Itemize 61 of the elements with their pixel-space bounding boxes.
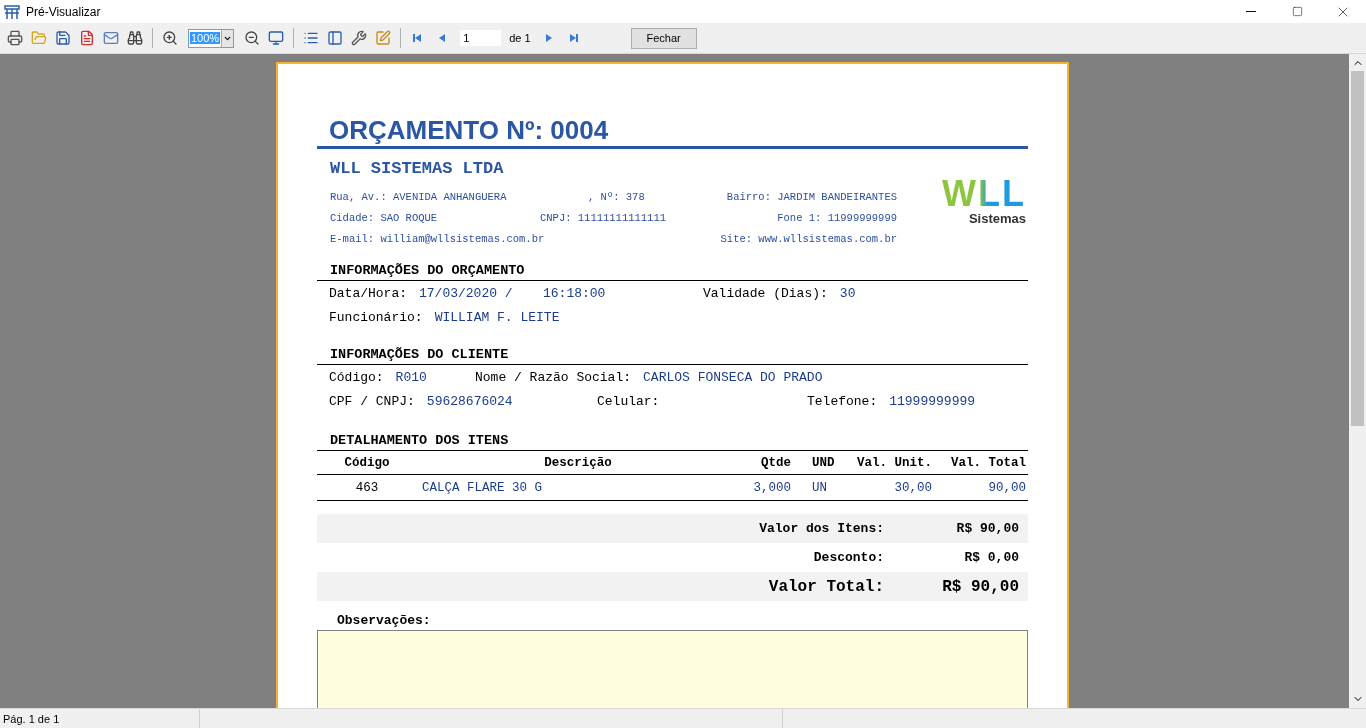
window-title: Pré-Visualizar: [26, 4, 102, 19]
print-icon[interactable]: [5, 28, 25, 48]
section-heading: INFORMAÇÕES DO ORÇAMENTO: [317, 263, 1028, 281]
page-input[interactable]: 1: [460, 30, 502, 46]
company-info: , Nº: 378: [588, 190, 645, 203]
minimize-icon: [1246, 11, 1256, 12]
field-label: CPF / CNPJ:: [329, 393, 415, 409]
table-cell-text: 90,00: [987, 480, 1027, 495]
total-value: R$ 0,00: [963, 550, 1020, 565]
table-cell-text: 30,00: [893, 480, 933, 495]
company-info: Bairro: JARDIM BANDEIRANTES: [726, 190, 897, 203]
total-label: Valor Total:: [768, 577, 884, 596]
field-value: 30: [839, 285, 856, 301]
column-header: Qtde: [760, 455, 792, 470]
total-value: R$ 90,00: [941, 577, 1020, 596]
notes-label: Observações:: [336, 612, 432, 630]
field-value: WILLIAM F. LEITE: [434, 309, 560, 325]
field-value: 16:18:00: [543, 285, 606, 301]
table-cell-text: CALÇA FLARE 30 G: [421, 480, 544, 495]
logo-caption: Sistemas: [968, 211, 1026, 226]
column-header: Descrição: [543, 455, 613, 470]
restore-icon: [1291, 6, 1303, 17]
field-label: Celular:: [597, 393, 660, 409]
field-label: Validade (Dias):: [703, 285, 828, 301]
field-label: Telefone:: [807, 393, 878, 409]
field-value: 17/03/2020 /: [419, 285, 513, 301]
column-header: Val. Unit.: [856, 455, 933, 470]
field-label: Funcionário:: [329, 309, 423, 325]
company-info: Rua, Av.: AVENIDA ANHANGUERA: [330, 190, 508, 203]
company-info: Site: www.wllsistemas.com.br: [720, 232, 897, 245]
company-info: Fone 1: 11999999999: [777, 211, 897, 224]
page-count: de 1: [509, 32, 531, 44]
save-icon[interactable]: [53, 28, 73, 48]
field-value: CARLOS FONSECA DO PRADO: [643, 369, 823, 385]
section-heading: INFORMAÇÕES DO CLIENTE: [317, 347, 1028, 365]
company-info: CNPJ: 11111111111111: [540, 211, 667, 224]
table-cell-text: 3,000: [752, 480, 792, 495]
table-cell-text: 463: [354, 480, 380, 495]
field-value: 59628676024: [426, 393, 513, 409]
field-value: R010: [395, 369, 427, 385]
app-icon: [4, 3, 20, 20]
field-label: Código:: [329, 369, 384, 385]
company-info: Cidade: SAO ROQUE: [330, 211, 439, 224]
company-info: E-mail: william@wllsistemas.com.br: [330, 232, 545, 245]
section-heading: DETALHAMENTO DOS ITENS: [317, 433, 1028, 451]
total-label: Valor dos Itens:: [759, 521, 884, 536]
total-value: R$ 90,00: [955, 521, 1020, 536]
document-title: ORÇAMENTO Nº: 0004: [317, 114, 1028, 149]
company-name: WLL SISTEMAS LTDA: [330, 159, 505, 178]
field-value: 11999999999: [889, 393, 976, 409]
total-label: Desconto:: [813, 550, 884, 565]
field-label: Data/Hora:: [329, 285, 407, 301]
close-preview-button[interactable]: Fechar: [630, 27, 697, 49]
field-label: Nome / Razão Social:: [475, 369, 632, 385]
column-header: UND: [811, 455, 836, 470]
column-header: Val. Total: [950, 455, 1027, 470]
scrollbar[interactable]: [1349, 54, 1366, 708]
table-cell-text: UN: [811, 480, 828, 495]
status-text: Pág. 1 de 1: [3, 712, 60, 725]
binoculars-icon[interactable]: [125, 28, 145, 48]
column-header: Código: [343, 455, 391, 470]
